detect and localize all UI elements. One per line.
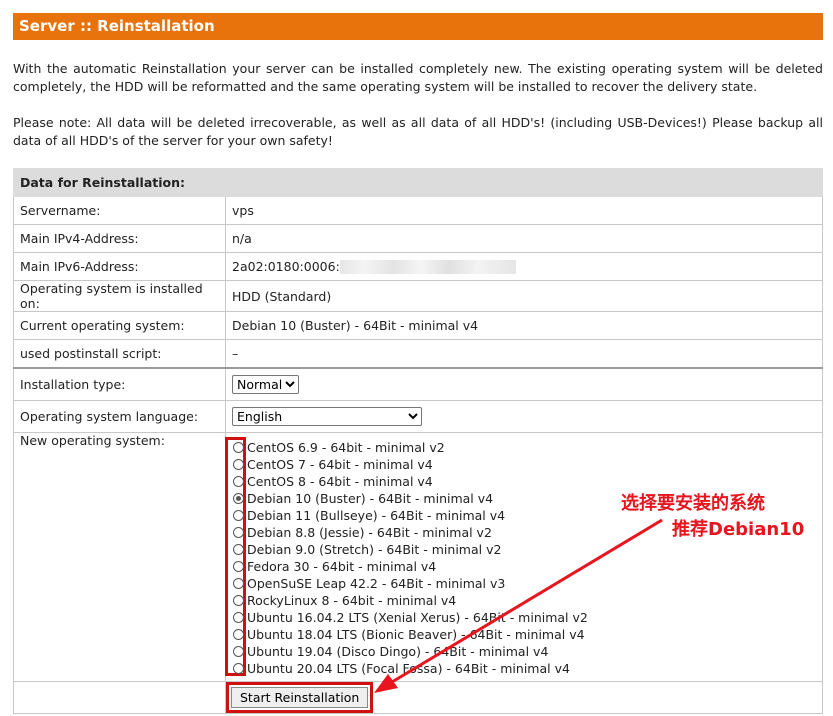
submit-highlight-box: Start Reinstallation — [226, 682, 374, 713]
section-title: Data for Reinstallation: — [13, 168, 823, 197]
os-option-label[interactable]: CentOS 7 - 64bit - minimal v4 — [247, 456, 433, 473]
start-reinstallation-button[interactable]: Start Reinstallation — [231, 687, 369, 708]
os-option[interactable]: CentOS 7 - 64bit - minimal v4 — [232, 456, 822, 473]
language-select[interactable]: English — [232, 407, 422, 426]
os-option-label[interactable]: Ubuntu 19.04 (Disco Dingo) - 64Bit - min… — [247, 643, 548, 660]
os-radio[interactable] — [233, 629, 244, 640]
page-title: Server :: Reinstallation — [13, 13, 823, 40]
os-option[interactable]: CentOS 6.9 - 64bit - minimal v2 — [232, 439, 822, 456]
ipv6-label: Main IPv6-Address: — [13, 252, 226, 281]
servername-value: vps — [225, 196, 823, 225]
os-radio[interactable] — [233, 561, 244, 572]
new-os-label: New operating system: — [13, 432, 226, 682]
os-radio-list: CentOS 6.9 - 64bit - minimal v2 CentOS 7 … — [225, 433, 822, 681]
os-radio[interactable] — [233, 493, 244, 504]
os-radio[interactable] — [233, 612, 244, 623]
postinstall-value: – — [225, 339, 823, 369]
os-option-label[interactable]: Ubuntu 16.04.2 LTS (Xenial Xerus) - 64Bi… — [247, 609, 588, 626]
os-radio[interactable] — [233, 663, 244, 674]
os-option-label[interactable]: Ubuntu 20.04 LTS (Focal Fossa) - 64Bit -… — [247, 660, 570, 677]
os-option[interactable]: OpenSuSE Leap 42.2 - 64Bit - minimal v3 — [232, 575, 822, 592]
ipv6-value: 2a02:0180:0006: — [232, 258, 340, 274]
os-option-label[interactable]: Debian 11 (Bullseye) - 64Bit - minimal v… — [247, 507, 505, 524]
install-type-cell: Normal — [225, 367, 823, 401]
os-radio[interactable] — [233, 544, 244, 555]
installed-on-label: Operating system is installed on: — [13, 280, 226, 312]
warning-note: Please note: All data will be deleted ir… — [13, 115, 823, 148]
os-radio[interactable] — [233, 595, 244, 606]
table-row: Operating system language: English — [13, 400, 823, 433]
os-option[interactable]: RockyLinux 8 - 64bit - minimal v4 — [232, 592, 822, 609]
table-row: used postinstall script: – — [13, 339, 823, 369]
table-row: Installation type: Normal — [13, 367, 823, 401]
os-option-label[interactable]: Fedora 30 - 64bit - minimal v4 — [247, 558, 436, 575]
ipv6-cell: 2a02:0180:0006: — [225, 252, 823, 281]
table-row: Servername: vps — [13, 196, 823, 225]
servername-label: Servername: — [13, 196, 226, 225]
table-row: Main IPv4-Address: n/a — [13, 224, 823, 253]
os-radio[interactable] — [233, 578, 244, 589]
install-type-label: Installation type: — [13, 367, 226, 401]
os-radio[interactable] — [233, 510, 244, 521]
os-option-label[interactable]: Debian 10 (Buster) - 64Bit - minimal v4 — [247, 490, 493, 507]
empty-cell — [13, 681, 226, 714]
os-radio[interactable] — [233, 459, 244, 470]
os-option[interactable]: Ubuntu 19.04 (Disco Dingo) - 64Bit - min… — [232, 643, 822, 660]
os-option[interactable]: CentOS 8 - 64bit - minimal v4 — [232, 473, 822, 490]
table-row: Operating system is installed on: HDD (S… — [13, 280, 823, 312]
os-radio[interactable] — [233, 646, 244, 657]
os-option[interactable]: Ubuntu 20.04 LTS (Focal Fossa) - 64Bit -… — [232, 660, 822, 677]
os-option-label[interactable]: RockyLinux 8 - 64bit - minimal v4 — [247, 592, 456, 609]
os-option[interactable]: Ubuntu 16.04.2 LTS (Xenial Xerus) - 64Bi… — [232, 609, 822, 626]
table-row: Current operating system: Debian 10 (Bus… — [13, 311, 823, 340]
ipv4-value: n/a — [225, 224, 823, 253]
os-radio[interactable] — [233, 527, 244, 538]
annotation-line2: 推荐Debian10 — [672, 519, 805, 540]
intro-text: With the automatic Reinstallation your s… — [13, 61, 823, 94]
os-option-label[interactable]: Debian 8.8 (Jessie) - 64Bit - minimal v2 — [247, 524, 492, 541]
submit-cell: Start Reinstallation — [225, 681, 823, 714]
annotation-line1: 选择要安装的系统 — [621, 493, 765, 514]
os-option-label[interactable]: CentOS 8 - 64bit - minimal v4 — [247, 473, 433, 490]
os-option-label[interactable]: CentOS 6.9 - 64bit - minimal v2 — [247, 439, 445, 456]
new-os-cell: CentOS 6.9 - 64bit - minimal v2 CentOS 7 … — [225, 432, 823, 682]
current-os-value: Debian 10 (Buster) - 64Bit - minimal v4 — [225, 311, 823, 340]
language-label: Operating system language: — [13, 400, 226, 433]
reinstall-page: Server :: Reinstallation With the automa… — [13, 13, 823, 714]
install-type-select[interactable]: Normal — [232, 375, 299, 394]
os-option[interactable]: Ubuntu 18.04 LTS (Bionic Beaver) - 64Bit… — [232, 626, 822, 643]
table-row: Main IPv6-Address: 2a02:0180:0006: — [13, 252, 823, 281]
postinstall-label: used postinstall script: — [13, 339, 226, 369]
os-option-label[interactable]: Ubuntu 18.04 LTS (Bionic Beaver) - 64Bit… — [247, 626, 585, 643]
installed-on-value: HDD (Standard) — [225, 280, 823, 312]
os-radio[interactable] — [233, 476, 244, 487]
os-option-label[interactable]: OpenSuSE Leap 42.2 - 64Bit - minimal v3 — [247, 575, 505, 592]
current-os-label: Current operating system: — [13, 311, 226, 340]
language-cell: English — [225, 400, 823, 433]
redacted-blur — [339, 260, 516, 275]
table-row: New operating system: CentOS 6.9 - 64bit… — [13, 432, 823, 682]
os-radio[interactable] — [233, 442, 244, 453]
os-option[interactable]: Fedora 30 - 64bit - minimal v4 — [232, 558, 822, 575]
os-option[interactable]: Debian 9.0 (Stretch) - 64Bit - minimal v… — [232, 541, 822, 558]
reinstall-form-table: Data for Reinstallation: Servername: vps… — [13, 168, 823, 714]
ipv4-label: Main IPv4-Address: — [13, 224, 226, 253]
table-row: Start Reinstallation — [13, 681, 823, 714]
os-option-label[interactable]: Debian 9.0 (Stretch) - 64Bit - minimal v… — [247, 541, 501, 558]
